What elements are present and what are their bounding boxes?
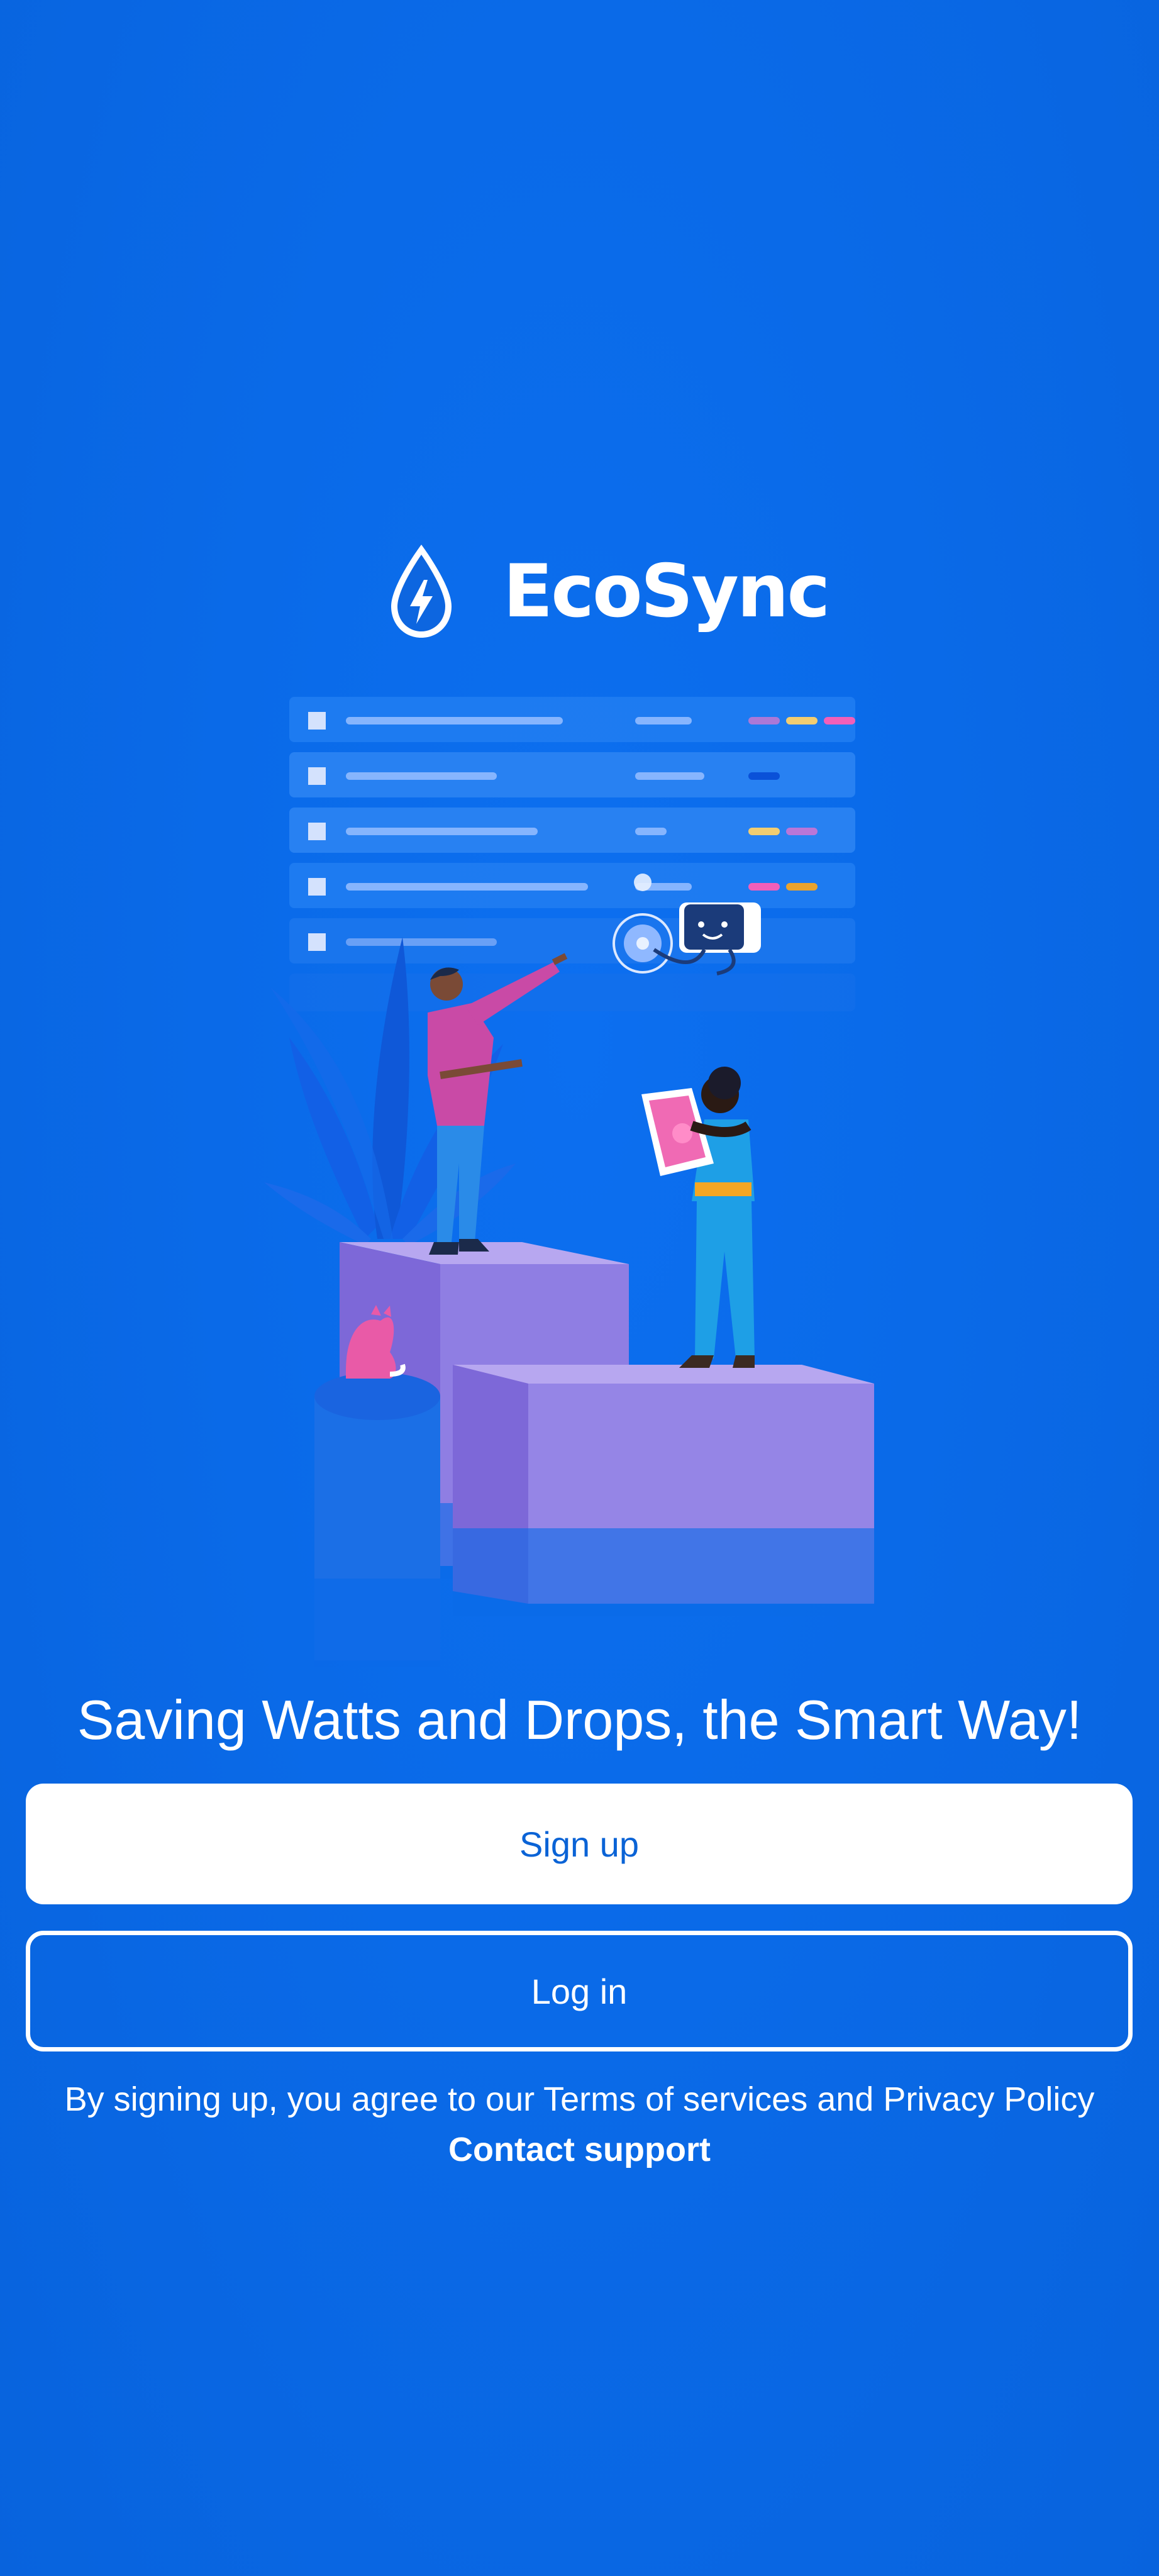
legal-prefix: By signing up, you agree to our	[64, 2080, 544, 2118]
dashboard-panel	[289, 697, 855, 1011]
terms-link[interactable]: Terms of services	[543, 2080, 807, 2118]
app-name: EcoSync	[503, 548, 830, 634]
contact-support-link[interactable]: Contact support	[0, 2126, 1159, 2174]
hero-illustration	[264, 697, 874, 1667]
woman-figure	[641, 1067, 755, 1368]
privacy-link[interactable]: Privacy Policy	[883, 2080, 1094, 2118]
sign-up-button[interactable]: Sign up	[26, 1784, 1133, 1904]
welcome-screen: EcoSync Saving Watts and Drops, the Smar…	[0, 0, 1159, 2576]
legal-notice: By signing up, you agree to our Terms of…	[0, 2075, 1159, 2123]
legal-and: and	[807, 2080, 884, 2118]
log-in-button[interactable]: Log in	[26, 1931, 1133, 2051]
app-logo: EcoSync	[384, 541, 830, 641]
water-drop-lightning-icon	[391, 545, 452, 638]
tagline: Saving Watts and Drops, the Smart Way!	[77, 1689, 1082, 1751]
right-pedestal	[453, 1365, 874, 1616]
